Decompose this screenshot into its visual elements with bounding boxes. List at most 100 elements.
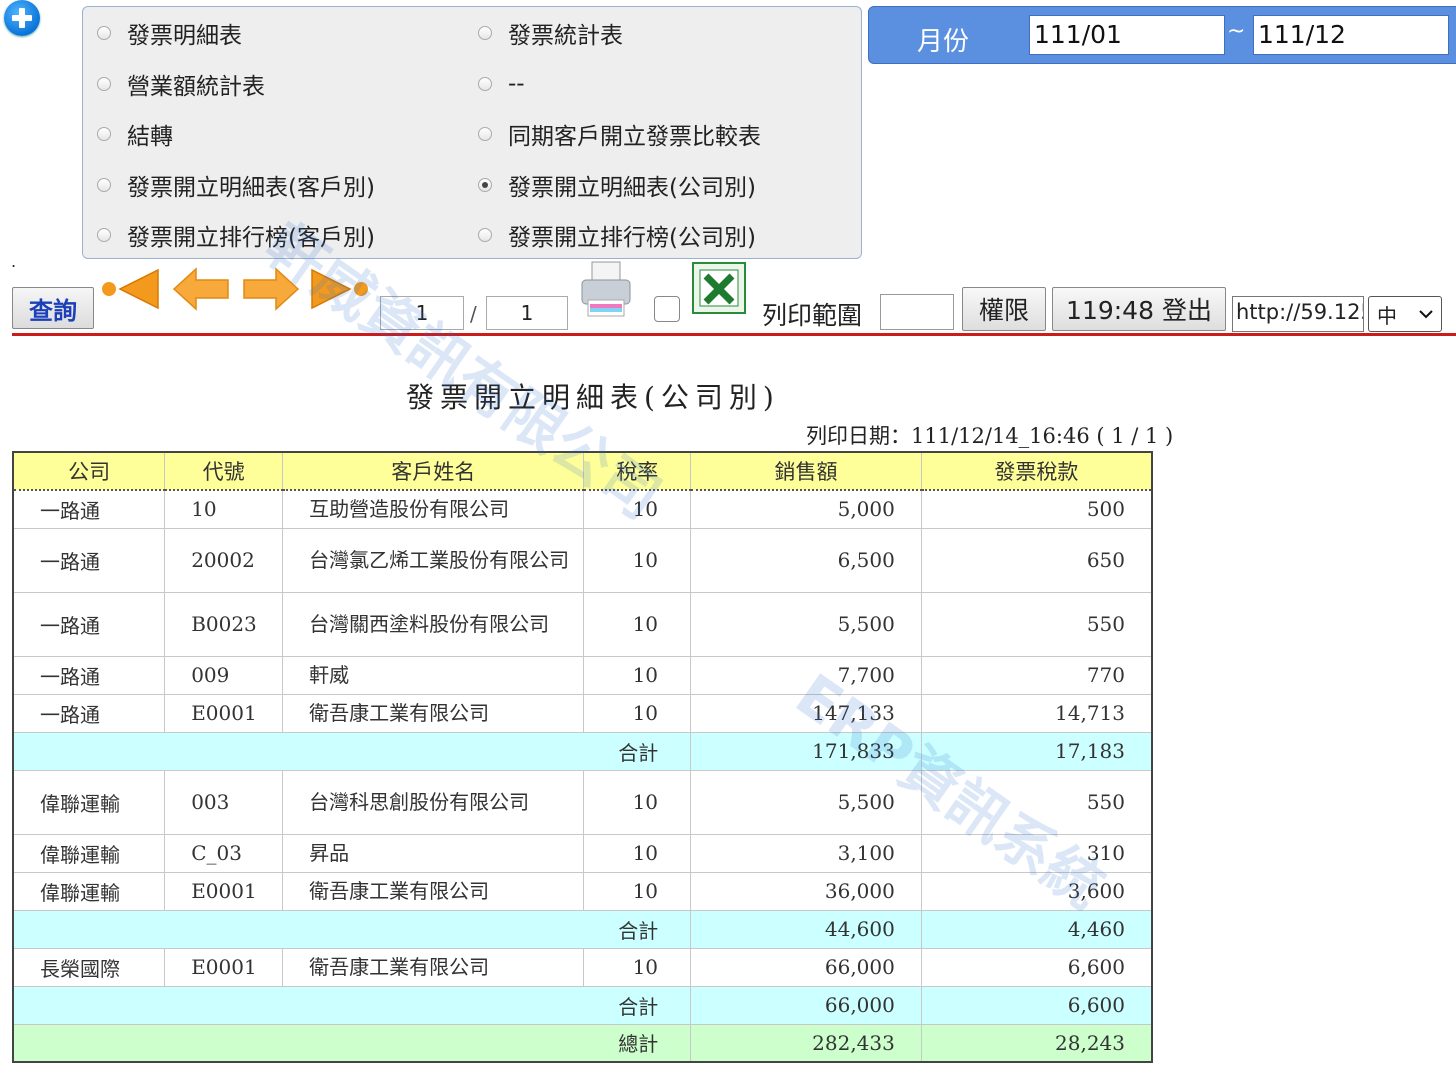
rate-cell: 10 — [583, 489, 692, 529]
page-slash: / — [470, 302, 477, 326]
report-option-label: 發票明細表 — [127, 23, 242, 49]
radio-button[interactable] — [97, 26, 111, 40]
print-date: 列印日期：111/12/14_16:46 ( 1 / 1 ) — [806, 424, 1174, 448]
radio-button[interactable] — [97, 177, 111, 192]
report-option[interactable]: 發票開立排行榜(客戶別) — [97, 215, 375, 255]
report-table: 公司 代號 客戶姓名 稅率 銷售額 發票稅款 一路通 10 互助營造股份有限公司 10 5,000… — [12, 451, 1153, 1063]
permission-button[interactable]: 權限 — [962, 287, 1046, 331]
subtotal-row: 合計 66,000 6,600 — [12, 985, 1153, 1025]
report-option-label: 發票統計表 — [508, 23, 623, 49]
print-range-label: 列印範圍 — [762, 301, 863, 330]
report-option[interactable]: 同期客戶開立發票比較表 — [478, 114, 761, 154]
add-button[interactable] — [4, 0, 40, 36]
first-page-icon[interactable] — [100, 266, 164, 312]
grand-total-tax: 28,243 — [920, 1023, 1153, 1063]
table-header-row: 公司 代號 客戶姓名 稅率 銷售額 發票稅款 — [12, 451, 1153, 491]
query-button[interactable]: 查詢 — [12, 287, 94, 329]
language-select[interactable]: 中 — [1368, 296, 1442, 332]
page-total-field: 1 — [486, 296, 568, 330]
grand-total-sales: 282,433 — [690, 1023, 922, 1063]
radio-button[interactable] — [97, 76, 111, 91]
page-current-input[interactable]: 1 — [380, 296, 464, 330]
customer-cell: 昇品 — [282, 833, 585, 873]
column-header: 發票稅款 — [920, 451, 1153, 491]
prev-page-icon[interactable] — [170, 266, 234, 312]
logout-button[interactable]: 119:48 登出 — [1052, 287, 1226, 331]
excel-icon[interactable] — [692, 262, 746, 314]
radio-button[interactable] — [478, 26, 492, 40]
tax-cell: 3,600 — [920, 871, 1153, 911]
sales-cell: 5,500 — [690, 591, 922, 657]
company-cell: 偉聯運輸 — [12, 833, 166, 873]
report-options-panel: 發票明細表 發票統計表營業額統計表 -- 結轉 同期客戶開立發票比較表發票開立明細表(客… — [82, 6, 862, 259]
print-checkbox[interactable] — [654, 296, 680, 322]
toolbar-divider — [12, 333, 1456, 336]
table-row: 一路通 10 互助營造股份有限公司 10 5,000 500 — [12, 489, 1153, 529]
customer-cell: 軒威 — [282, 655, 585, 695]
report-title: 發票開立明細表(公司別) — [406, 381, 780, 414]
code-cell: 20002 — [164, 527, 284, 593]
print-range-input[interactable] — [880, 294, 954, 330]
last-page-icon[interactable] — [306, 266, 370, 312]
column-header: 稅率 — [583, 451, 692, 491]
company-cell: 一路通 — [12, 655, 166, 695]
subtotal-row: 合計 171,833 17,183 — [12, 731, 1153, 771]
report-option[interactable]: -- — [478, 64, 525, 104]
report-option-label: -- — [508, 70, 525, 97]
rate-cell: 10 — [583, 693, 692, 733]
sales-cell: 66,000 — [690, 947, 922, 987]
next-page-icon[interactable] — [238, 266, 302, 312]
subtotal-label: 合計 — [12, 985, 692, 1025]
rate-cell: 10 — [583, 591, 692, 657]
company-cell: 一路通 — [12, 527, 166, 593]
month-separator: ~ — [1227, 19, 1246, 44]
radio-button[interactable] — [478, 228, 492, 242]
sales-cell: 36,000 — [690, 871, 922, 911]
report-option[interactable]: 發票開立明細表(公司別) — [478, 165, 756, 205]
customer-cell: 衛吾康工業有限公司 — [282, 871, 585, 911]
subtotal-tax: 4,460 — [920, 909, 1153, 949]
column-header: 代號 — [164, 451, 284, 491]
subtotal-sales: 66,000 — [690, 985, 922, 1025]
rate-cell: 10 — [583, 947, 692, 987]
company-cell: 一路通 — [12, 591, 166, 657]
customer-cell: 台灣科思創股份有限公司 — [282, 769, 585, 835]
report-option[interactable]: 發票明細表 — [97, 13, 242, 53]
month-to-input[interactable]: 111/12 — [1253, 15, 1449, 55]
code-cell: E0001 — [164, 947, 284, 987]
subtotal-sales: 44,600 — [690, 909, 922, 949]
radio-button[interactable] — [478, 76, 492, 91]
report-option[interactable]: 營業額統計表 — [97, 64, 265, 104]
report-option-label: 發票開立明細表(公司別) — [508, 174, 756, 201]
code-cell: C_03 — [164, 833, 284, 873]
radio-button[interactable] — [478, 177, 492, 192]
report-option-label: 發票開立明細表(客戶別) — [127, 174, 375, 201]
month-from-input[interactable]: 111/01 — [1029, 15, 1225, 55]
dot-marker: . — [11, 252, 17, 271]
column-header: 公司 — [12, 451, 166, 491]
company-cell: 偉聯運輸 — [12, 871, 166, 911]
code-cell: B0023 — [164, 591, 284, 657]
code-cell: 10 — [164, 489, 284, 529]
language-value: 中 — [1377, 303, 1397, 328]
sales-cell: 5,500 — [690, 769, 922, 835]
tax-cell: 310 — [920, 833, 1153, 873]
tax-cell: 6,600 — [920, 947, 1153, 987]
radio-button[interactable] — [97, 127, 111, 141]
tax-cell: 650 — [920, 527, 1153, 593]
printer-icon[interactable] — [580, 260, 632, 320]
customer-cell: 互助營造股份有限公司 — [282, 489, 585, 529]
table-row: 偉聯運輸 C_03 昇品 10 3,100 310 — [12, 833, 1153, 873]
url-input[interactable]: http://59.125 — [1232, 296, 1364, 332]
radio-button[interactable] — [97, 228, 111, 242]
company-cell: 長榮國際 — [12, 947, 166, 987]
subtotal-tax: 6,600 — [920, 985, 1153, 1025]
company-cell: 一路通 — [12, 693, 166, 733]
report-option[interactable]: 發票開立排行榜(公司別) — [478, 215, 756, 255]
sales-cell: 7,700 — [690, 655, 922, 695]
report-option[interactable]: 發票開立明細表(客戶別) — [97, 165, 375, 205]
column-header: 客戶姓名 — [282, 451, 585, 491]
report-option[interactable]: 發票統計表 — [478, 13, 623, 53]
radio-button[interactable] — [478, 127, 492, 141]
report-option[interactable]: 結轉 — [97, 114, 173, 154]
